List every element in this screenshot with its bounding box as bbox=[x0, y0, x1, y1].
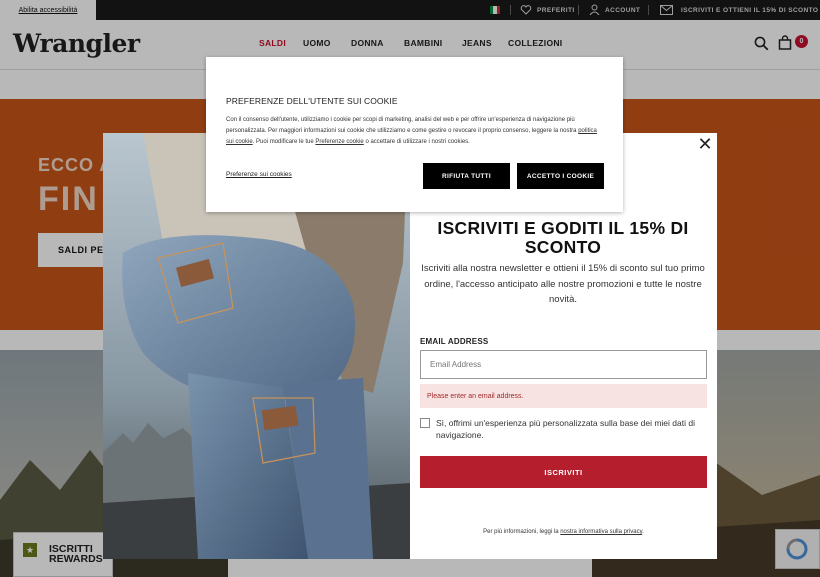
privacy-prefix: Per più informazioni, leggi la bbox=[483, 529, 559, 535]
email-label: EMAIL ADDRESS bbox=[420, 337, 489, 346]
personalization-checkbox[interactable] bbox=[420, 418, 430, 428]
accept-cookies-button[interactable]: ACCETTO I COOKIE bbox=[517, 163, 604, 189]
cookie-text-2: . Puoi modificare le tue bbox=[252, 139, 314, 145]
cookie-title: PREFERENZE DELL'UTENTE SUI COOKIE bbox=[226, 96, 398, 106]
privacy-note: Per più informazioni, leggi la nostra in… bbox=[483, 529, 644, 535]
reject-all-button[interactable]: RIFIUTA TUTTI bbox=[423, 163, 510, 189]
personalization-label[interactable]: Sì, offrimi un'esperienza più personaliz… bbox=[436, 417, 708, 441]
email-error-message: Please enter an email address. bbox=[420, 384, 707, 408]
cookie-description: Con il consenso dell'utente, utilizziamo… bbox=[226, 115, 606, 148]
privacy-policy-link[interactable]: nostra informativa sulla privacy bbox=[560, 529, 642, 535]
subscribe-button[interactable]: ISCRIVITI bbox=[420, 456, 707, 488]
email-field[interactable] bbox=[420, 350, 707, 379]
cookie-text-3: o accettare di utilizzare i nostri cooki… bbox=[365, 139, 470, 145]
newsletter-description: Iscriviti alla nostra newsletter e ottie… bbox=[421, 263, 705, 305]
cookie-preferences-link[interactable]: Preferenze sui cookies bbox=[226, 171, 292, 178]
close-icon[interactable]: ✕ bbox=[697, 135, 713, 153]
newsletter-title: ISCRIVITI E GODITI IL 15% DI SCONTO bbox=[437, 218, 689, 257]
cookie-preferences-inline-link[interactable]: Preferenze cookie bbox=[315, 139, 363, 145]
cookie-text-1: Con il consenso dell'utente, utilizziamo… bbox=[226, 117, 577, 134]
cookie-consent-dialog: PREFERENZE DELL'UTENTE SUI COOKIE Con il… bbox=[206, 57, 623, 212]
